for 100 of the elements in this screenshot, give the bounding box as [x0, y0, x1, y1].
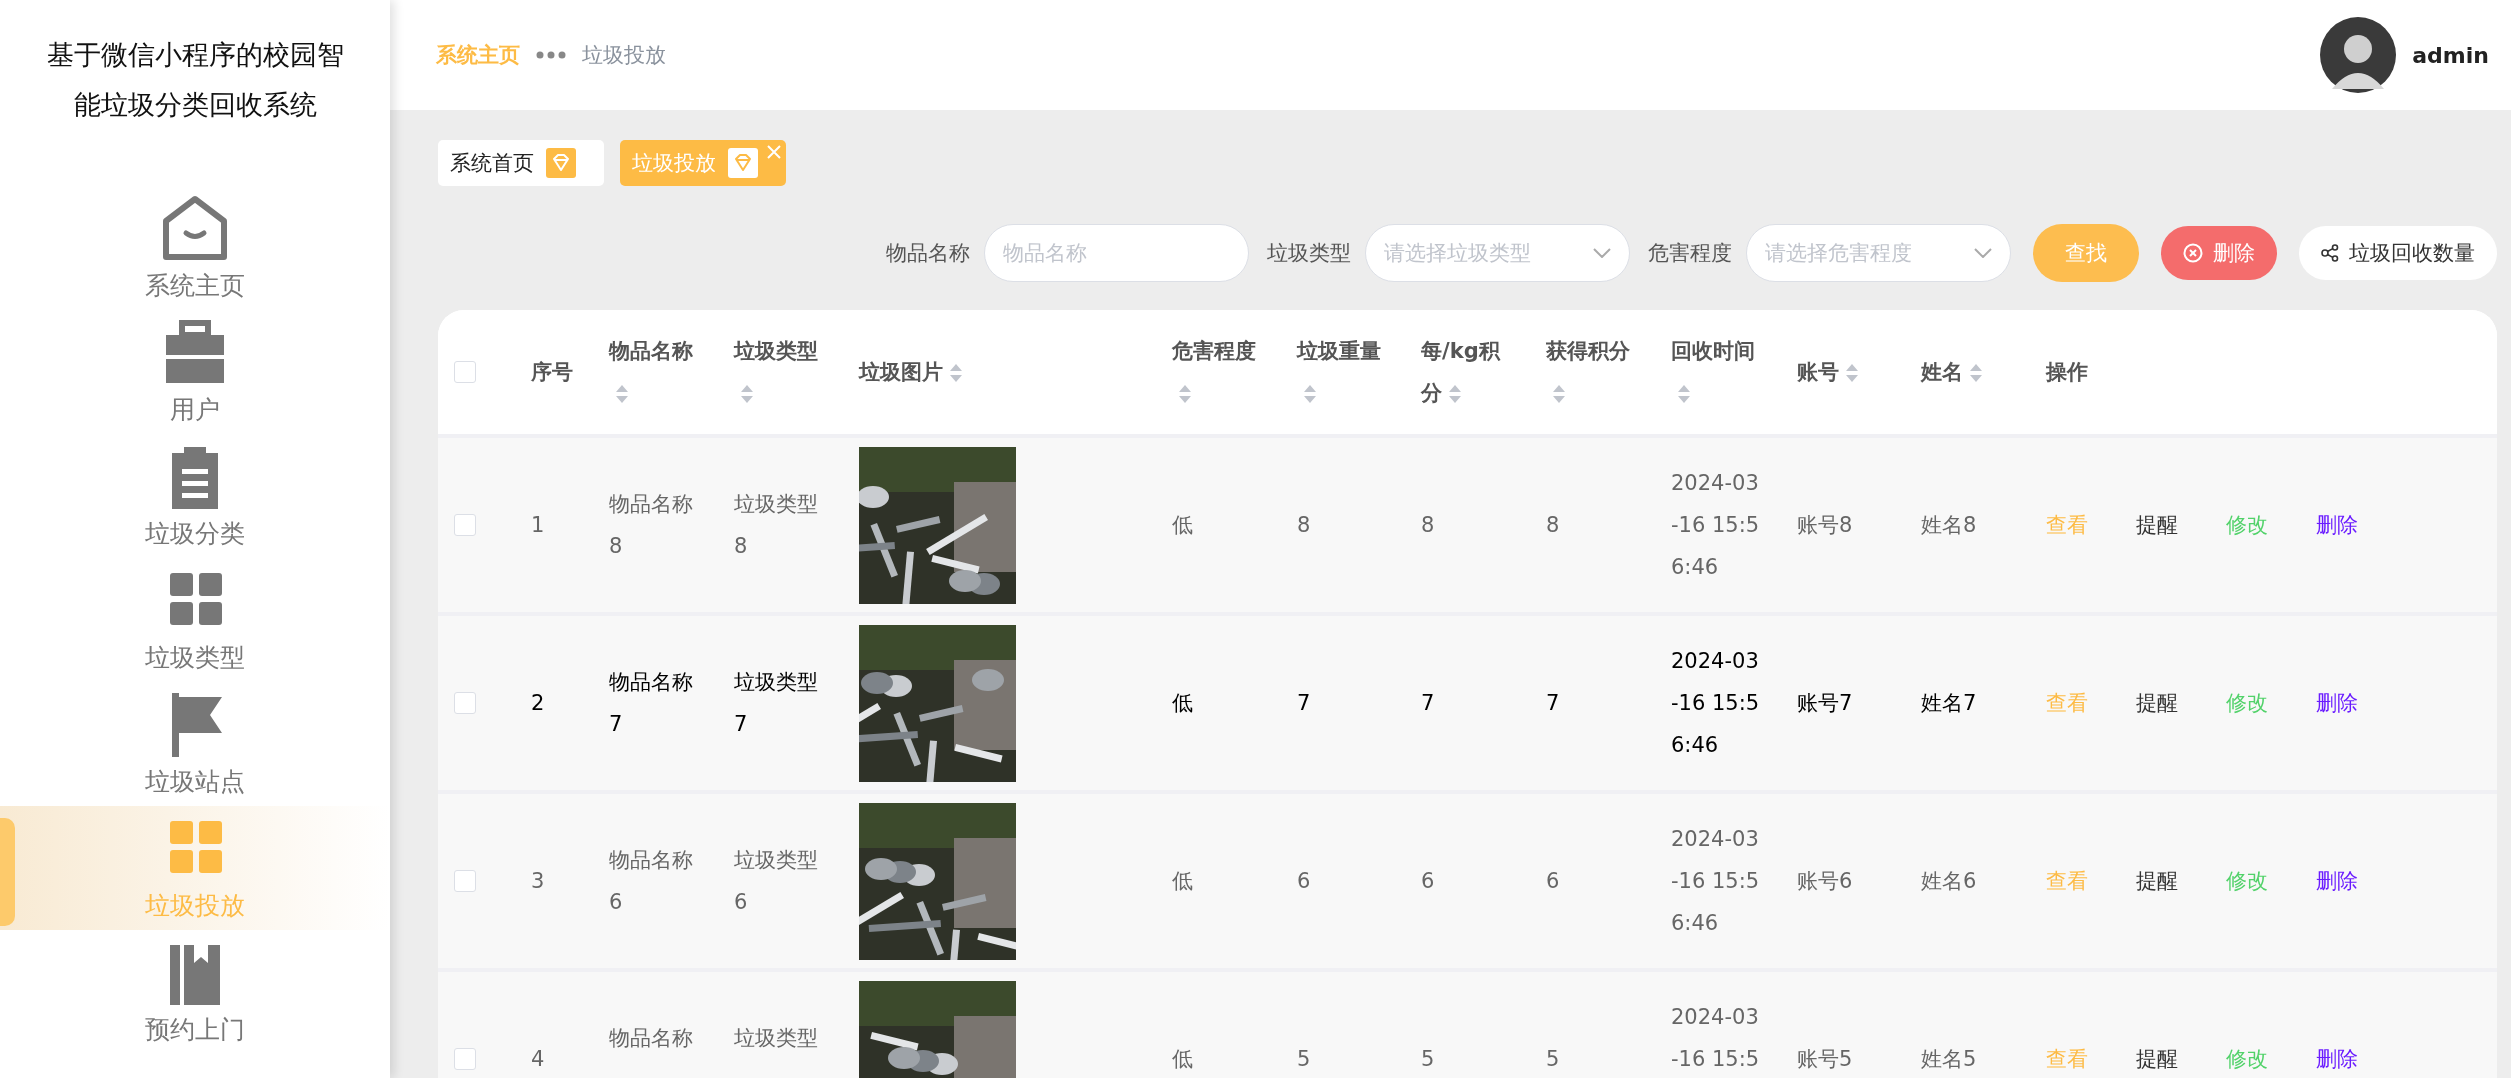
- table-cell: 5: [1421, 1047, 1435, 1071]
- table-cell: 2: [531, 691, 545, 715]
- table-cell: 姓名7: [1921, 691, 1977, 715]
- close-icon[interactable]: [766, 144, 782, 160]
- table-cell: 4: [531, 1047, 545, 1071]
- sidebar-item[interactable]: 预约上门: [0, 930, 390, 1054]
- delete-link[interactable]: 删除: [2316, 860, 2358, 902]
- tab[interactable]: 系统首页: [438, 140, 604, 186]
- table-cell: 低: [1172, 869, 1193, 893]
- table-cell: 账号6: [1797, 869, 1853, 893]
- chevron-down-icon: [1593, 248, 1611, 258]
- remind-link[interactable]: 提醒: [2136, 504, 2178, 546]
- field-label: 物品名称: [886, 240, 970, 267]
- sort-icon: [1677, 384, 1691, 404]
- separator-icon: [536, 51, 566, 59]
- table-cell: 2024-03-16 15:5: [1671, 1005, 1760, 1071]
- column-header[interactable]: 获得积分: [1546, 330, 1639, 414]
- sidebar-item[interactable]: 用户: [0, 310, 390, 434]
- column-header[interactable]: 垃圾类型: [734, 330, 827, 414]
- table-row[interactable]: 2 物品名称7 垃圾类型7 低 7 7 7 2024-03-16 15:56:46 账号7 姓名7 查看 提醒 修改 删除: [438, 616, 2497, 794]
- table-cell: 账号5: [1797, 1047, 1853, 1071]
- column-header: 序号: [531, 359, 574, 386]
- sort-icon: [1303, 384, 1317, 404]
- checkbox[interactable]: [454, 692, 476, 714]
- column-header[interactable]: 垃圾图片: [859, 351, 1140, 393]
- field-label: 危害程度: [1648, 240, 1732, 267]
- share-icon: [2321, 244, 2339, 262]
- sidebar-item[interactable]: 垃圾站点: [0, 682, 390, 806]
- remind-link[interactable]: 提醒: [2136, 682, 2178, 724]
- table-cell: 姓名6: [1921, 869, 1977, 893]
- column-header[interactable]: 每/kg积分: [1421, 330, 1514, 414]
- delete-link[interactable]: 删除: [2316, 1038, 2358, 1078]
- table-cell: 7: [1546, 691, 1560, 715]
- sort-icon: [949, 363, 963, 383]
- table-cell: 账号7: [1797, 691, 1853, 715]
- sort-icon: [1552, 384, 1566, 404]
- table-cell: 姓名5: [1921, 1047, 1977, 1071]
- gem-icon: [728, 148, 758, 178]
- gem-icon: [546, 148, 576, 178]
- stats-button[interactable]: 垃圾回收数量: [2299, 226, 2497, 280]
- sidebar-item[interactable]: 垃圾分类: [0, 434, 390, 558]
- avatar-icon: [2320, 17, 2397, 93]
- remind-link[interactable]: 提醒: [2136, 860, 2178, 902]
- table-cell: 2024-03-16 15:56:46: [1671, 649, 1760, 757]
- delete-link[interactable]: 删除: [2316, 682, 2358, 724]
- column-header[interactable]: 账号: [1797, 351, 1889, 393]
- column-header[interactable]: 垃圾重量: [1297, 330, 1389, 414]
- column-header[interactable]: 姓名: [1921, 351, 2014, 393]
- table-cell: 6: [1297, 869, 1311, 893]
- app-title: 基于微信小程序的校园智能垃圾分类回收系统: [45, 38, 345, 122]
- sidebar-item[interactable]: 系统主页: [0, 186, 390, 310]
- table-cell: 2024-03-16 15:56:46: [1671, 471, 1760, 579]
- table-row[interactable]: 3 物品名称6 垃圾类型6 低 6 6 6 2024-03-16 15:56:46 账号6 姓名6 查看 提醒 修改 删除: [438, 794, 2497, 972]
- checkbox[interactable]: [454, 1048, 476, 1070]
- sort-icon: [740, 384, 754, 404]
- table-cell: 2024-03-16 15:56:46: [1671, 827, 1760, 935]
- field-label: 垃圾类型: [1267, 240, 1351, 267]
- table-cell: 物品名称: [609, 1026, 693, 1050]
- table-cell: 物品名称6: [609, 848, 693, 914]
- table-cell: 5: [1297, 1047, 1311, 1071]
- column-header[interactable]: 回收时间: [1671, 330, 1765, 414]
- table-cell: 账号8: [1797, 513, 1853, 537]
- column-header[interactable]: 物品名称: [609, 330, 702, 414]
- table-cell: 8: [1297, 513, 1311, 537]
- sort-icon: [1845, 363, 1859, 383]
- table-cell: 3: [531, 869, 545, 893]
- table-cell: 物品名称7: [609, 670, 693, 736]
- delete-link[interactable]: 删除: [2316, 504, 2358, 546]
- user-name[interactable]: admin: [2412, 42, 2489, 68]
- input-field[interactable]: 物品名称: [984, 224, 1249, 282]
- table-cell: 8: [1421, 513, 1435, 537]
- table-row[interactable]: 1 物品名称8 垃圾类型8 低 8 8 8 2024-03-16 15:56:46 账号8 姓名8 查看 提醒 修改 删除: [438, 438, 2497, 616]
- table-cell: 垃圾类型7: [734, 670, 818, 736]
- table-cell: 6: [1546, 869, 1560, 893]
- table-cell: 低: [1172, 513, 1193, 537]
- sort-icon: [1969, 363, 1983, 383]
- table-cell: 姓名8: [1921, 513, 1977, 537]
- sidebar-item[interactable]: 垃圾类型: [0, 558, 390, 682]
- checkbox[interactable]: [454, 361, 476, 383]
- close-circle-icon: [2183, 243, 2203, 263]
- column-header[interactable]: 危害程度: [1172, 330, 1265, 414]
- table-cell: 6: [1421, 869, 1435, 893]
- sort-icon: [1448, 384, 1462, 404]
- table-cell: 垃圾类型6: [734, 848, 818, 914]
- remind-link[interactable]: 提醒: [2136, 1038, 2178, 1078]
- table-row[interactable]: 4 物品名称 垃圾类型 低 5 5 5 2024-03-16 15:5 账号5 姓名5 查看 提醒 修改 删除: [438, 972, 2497, 1078]
- table-cell: 低: [1172, 1047, 1193, 1071]
- table-cell: 7: [1421, 691, 1435, 715]
- table-cell: 8: [1546, 513, 1560, 537]
- table-cell: 垃圾类型8: [734, 492, 818, 558]
- checkbox[interactable]: [454, 514, 476, 536]
- table-cell: 5: [1546, 1047, 1560, 1071]
- breadcrumb-link[interactable]: 垃圾投放: [582, 41, 666, 69]
- column-header: 操作: [2046, 359, 2089, 386]
- chevron-down-icon: [1974, 248, 1992, 258]
- table-cell: 7: [1297, 691, 1311, 715]
- checkbox[interactable]: [454, 870, 476, 892]
- table-cell: 1: [531, 513, 545, 537]
- table-cell: 低: [1172, 691, 1193, 715]
- sort-icon: [615, 384, 629, 404]
